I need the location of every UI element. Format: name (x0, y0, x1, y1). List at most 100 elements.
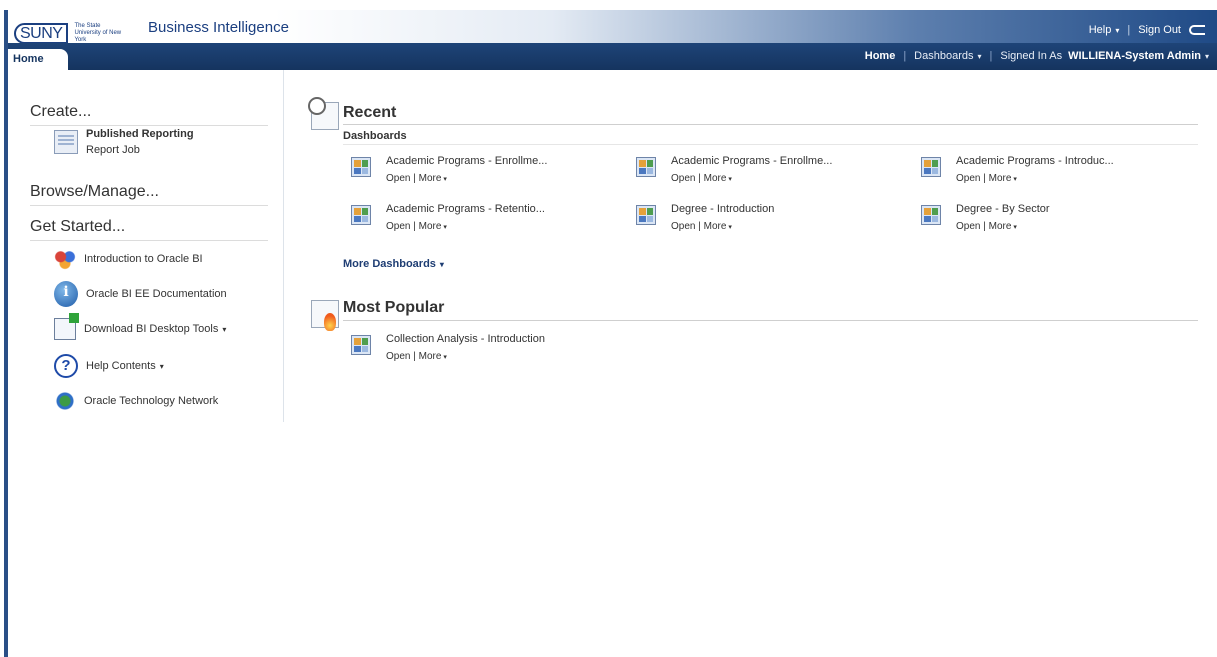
more-dashboards-link[interactable]: More Dashboards ▾ (343, 258, 444, 270)
dashboard-item: Degree - Introduction Open | More ▾ (636, 203, 774, 232)
dashboard-item: Academic Programs - Enrollme... Open | M… (636, 155, 832, 184)
open-link[interactable]: Open (956, 173, 980, 184)
dashboard-item: Degree - By Sector Open | More ▾ (921, 203, 1050, 232)
chevron-down-icon: ▾ (977, 52, 982, 61)
bi-ee-docs-label: Oracle BI EE Documentation (86, 288, 227, 300)
intro-oracle-bi-label: Introduction to Oracle BI (84, 253, 203, 265)
chevron-down-icon: ▾ (443, 176, 447, 183)
open-link[interactable]: Open (386, 221, 410, 232)
dashboard-name-link[interactable]: Academic Programs - Introduc... (956, 155, 1114, 167)
open-link[interactable]: Open (386, 173, 410, 184)
more-link[interactable]: More (419, 351, 442, 362)
more-link[interactable]: More (989, 221, 1012, 232)
open-link[interactable]: Open (386, 351, 410, 362)
dashboard-item: Collection Analysis - Introduction Open … (351, 333, 545, 362)
divider: | (1127, 24, 1131, 36)
app-window: SUNY The State University of New York Bu… (4, 10, 1217, 657)
download-bi-tools-link[interactable]: Download BI Desktop Tools ▾ (54, 313, 227, 340)
open-link[interactable]: Open (671, 173, 695, 184)
dashboard-icon (636, 157, 656, 177)
signed-in-prefix: Signed In As (1000, 50, 1063, 62)
header-actions: Help ▾ | Sign Out (1089, 24, 1205, 36)
divider: | (903, 50, 907, 62)
open-link[interactable]: Open (956, 221, 980, 232)
more-link[interactable]: More (704, 173, 727, 184)
left-panel: Create... Published Reporting Report Job… (8, 70, 284, 422)
divider (30, 240, 268, 241)
dashboard-icon (351, 335, 371, 355)
dashboard-name-link[interactable]: Collection Analysis - Introduction (386, 333, 545, 345)
home-link[interactable]: Home (865, 50, 896, 62)
more-link[interactable]: More (989, 173, 1012, 184)
nav-links: Home | Dashboards ▾ | Signed In As WILLIE… (865, 50, 1209, 62)
suny-logo[interactable]: SUNY The State University of New York (14, 23, 128, 44)
chevron-down-icon: ▾ (1013, 176, 1017, 183)
logo-subtext: The State University of New York (74, 23, 122, 43)
download-bi-tools-label: Download BI Desktop Tools (84, 323, 219, 335)
intro-oracle-bi-link[interactable]: Introduction to Oracle BI (54, 248, 203, 270)
help-contents-label: Help Contents (86, 360, 156, 372)
divider (30, 205, 268, 206)
dashboard-item: Academic Programs - Enrollme... Open | M… (351, 155, 547, 184)
more-link[interactable]: More (419, 173, 442, 184)
chevron-down-icon: ▾ (443, 354, 447, 361)
user-menu[interactable]: WILLIENA-System Admin (1068, 50, 1201, 62)
recent-heading: Recent (343, 104, 397, 121)
search-icon[interactable] (1189, 25, 1205, 35)
sign-out-link[interactable]: Sign Out (1138, 24, 1181, 36)
help-label: Help (1088, 24, 1112, 36)
chevron-down-icon[interactable]: ▾ (1205, 52, 1209, 61)
dashboards-menu[interactable]: Dashboards ▾ (914, 50, 981, 62)
dashboard-icon (921, 157, 941, 177)
published-reporting-label: Published Reporting (86, 128, 194, 140)
dashboards-label: Dashboards (914, 50, 974, 62)
dashboard-name-link[interactable]: Degree - By Sector (956, 203, 1050, 215)
logo-text: SUNY (14, 23, 69, 44)
create-heading: Create... (30, 103, 92, 120)
chevron-down-icon: ▾ (159, 361, 164, 371)
chevron-down-icon: ▾ (222, 324, 227, 334)
open-link[interactable]: Open (671, 221, 695, 232)
tab-home[interactable]: Home (8, 49, 68, 70)
help-contents-link[interactable]: ? Help Contents ▾ (54, 354, 164, 378)
divider: | (989, 50, 993, 62)
globe-network-icon (54, 390, 76, 412)
dashboard-item: Academic Programs - Introduc... Open | M… (921, 155, 1114, 184)
dashboard-icon (351, 157, 371, 177)
otn-link[interactable]: Oracle Technology Network (54, 390, 218, 412)
download-icon (54, 313, 79, 340)
dashboard-icon (636, 205, 656, 225)
dashboard-name-link[interactable]: Academic Programs - Retentio... (386, 203, 545, 215)
chevron-down-icon: ▾ (439, 260, 444, 269)
global-navbar: Home Home | Dashboards ▾ | Signed In As W… (8, 43, 1217, 70)
more-link[interactable]: More (704, 221, 727, 232)
divider (343, 124, 1198, 125)
help-icon: ? (54, 354, 78, 378)
help-menu[interactable]: Help ▾ (1089, 24, 1120, 36)
report-job-link[interactable]: Report Job (86, 144, 194, 156)
more-link[interactable]: More (419, 221, 442, 232)
dashboard-name-link[interactable]: Academic Programs - Enrollme... (671, 155, 832, 167)
app-header: SUNY The State University of New York Bu… (8, 10, 1217, 44)
published-reporting-item: Published Reporting Report Job (54, 128, 194, 156)
app-title: Business Intelligence (148, 19, 289, 36)
more-dashboards-label: More Dashboards (343, 258, 436, 270)
dashboard-item: Academic Programs - Retentio... Open | M… (351, 203, 545, 232)
dashboard-icon (351, 205, 371, 225)
most-popular-fire-icon (311, 300, 339, 331)
dashboard-icon (921, 205, 941, 225)
dashboard-name-link[interactable]: Degree - Introduction (671, 203, 774, 215)
chevron-down-icon: ▾ (1013, 224, 1017, 231)
divider (343, 320, 1198, 321)
chevron-down-icon: ▾ (728, 224, 732, 231)
oracle-bi-intro-icon (54, 248, 76, 270)
divider (30, 125, 268, 126)
info-icon: i (54, 281, 78, 307)
browse-manage-heading[interactable]: Browse/Manage... (30, 183, 159, 201)
chevron-down-icon: ▾ (1115, 26, 1120, 35)
divider (343, 144, 1198, 145)
most-popular-heading: Most Popular (343, 299, 445, 316)
report-icon (54, 130, 78, 154)
dashboard-name-link[interactable]: Academic Programs - Enrollme... (386, 155, 547, 167)
bi-ee-docs-link[interactable]: i Oracle BI EE Documentation (54, 281, 227, 307)
